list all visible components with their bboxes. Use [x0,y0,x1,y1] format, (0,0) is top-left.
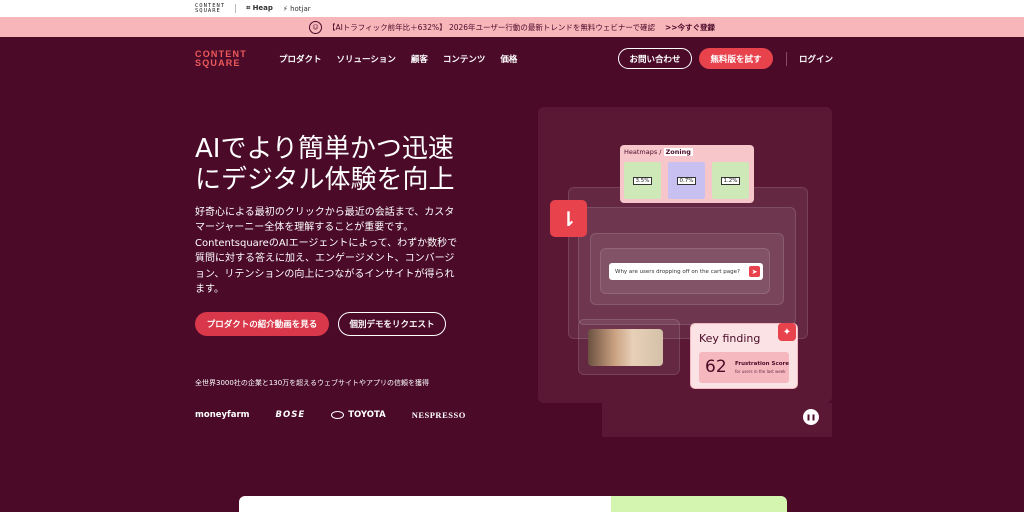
nav-item-customers[interactable]: 顧客 [411,53,428,65]
hotjar-brand-logo[interactable]: ⚡ hotjar [283,5,311,13]
heatmap-cell: 1.2% [712,162,749,199]
frustration-score-box: 62 Frustration Score for users in the la… [699,352,789,383]
contentsquare-logo[interactable]: CONTENT SQUARE [195,50,247,68]
nav-menu: プロダクト ソリューション 顧客 コンテンツ 価格 [279,53,517,65]
trust-statement: 全世界3000社の企業と130万を超えるウェブサイトやアプリの信頼を獲得 [195,379,429,387]
brand-strip: CONTENT SQUARE ⌗ Heap ⚡ hotjar [0,0,1024,17]
heatmap-cell: 0.7% [668,162,705,199]
frustration-score-label: Frustration Score [735,361,789,367]
ai-query-input[interactable]: Why are users dropping off on the cart p… [609,263,763,280]
chat-bubble-icon: ☺ [308,20,322,34]
pause-icon[interactable]: ❚❚ [803,409,819,425]
divider [235,4,237,13]
bose-logo: BOSE [275,410,306,420]
divider [786,52,787,66]
user-photo [588,329,663,366]
main-nav: CONTENT SQUARE プロダクト ソリューション 顧客 コンテンツ 価格… [0,37,1024,82]
frustration-score-sub: for users in the last week [735,369,786,374]
nav-item-solutions[interactable]: ソリューション [337,53,396,65]
heatmap-label: Heatmaps / Zoning [624,148,693,156]
nav-item-content[interactable]: コンテンツ [443,53,486,65]
frustration-score-value: 62 [705,357,727,377]
login-link[interactable]: ログイン [799,53,833,65]
contentsquare-brand-logo[interactable]: CONTENT SQUARE [195,3,225,14]
free-trial-button[interactable]: 無料版を試す [699,48,773,69]
toyota-logo: TOYOTA [331,410,386,420]
product-visual: Heatmaps / Zoning 3.5% 0.7% 1.2% ⇂ Why a… [538,107,832,437]
heatmap-card: Heatmaps / Zoning 3.5% 0.7% 1.2% [620,145,754,203]
watch-video-button[interactable]: プロダクトの紹介動画を見る [195,312,329,336]
visual-background [602,403,832,437]
promo-register-link[interactable]: >>今すぐ登録 [665,22,715,33]
sparkle-icon: ✦ [778,323,796,341]
next-section-card-accent [611,496,787,512]
customer-logos: moneyfarm BOSE TOYOTA NESPRESSO [195,410,466,420]
next-section-card [239,496,611,512]
request-demo-button[interactable]: 個別デモをリクエスト [338,312,446,336]
hero-description: 好奇心による最初のクリックから最近の会話まで、カスタマージャーニー全体を理解する… [195,207,458,296]
nav-item-products[interactable]: プロダクト [279,53,322,65]
nespresso-logo: NESPRESSO [411,410,466,420]
hero-title: AIでより簡単かつ迅速 にデジタル体験を向上 [195,134,455,195]
heatmap-cell: 3.5% [624,162,661,199]
moneyfarm-logo: moneyfarm [195,410,250,420]
send-icon[interactable]: ➤ [749,266,760,277]
heap-brand-logo[interactable]: ⌗ Heap [246,4,273,13]
sort-down-icon: ⇂ [550,200,587,237]
nav-item-pricing[interactable]: 価格 [500,53,517,65]
promo-banner[interactable]: ☺ 【AIトラフィック前年比＋632%】 2026年ユーザー行動の最新トレンドを… [0,17,1024,37]
promo-text: 【AIトラフィック前年比＋632%】 2026年ユーザー行動の最新トレンドを無料… [327,22,655,32]
toyota-emblem-icon [331,411,345,419]
contact-button[interactable]: お問い合わせ [618,48,692,69]
key-finding-title: Key finding [699,332,761,345]
